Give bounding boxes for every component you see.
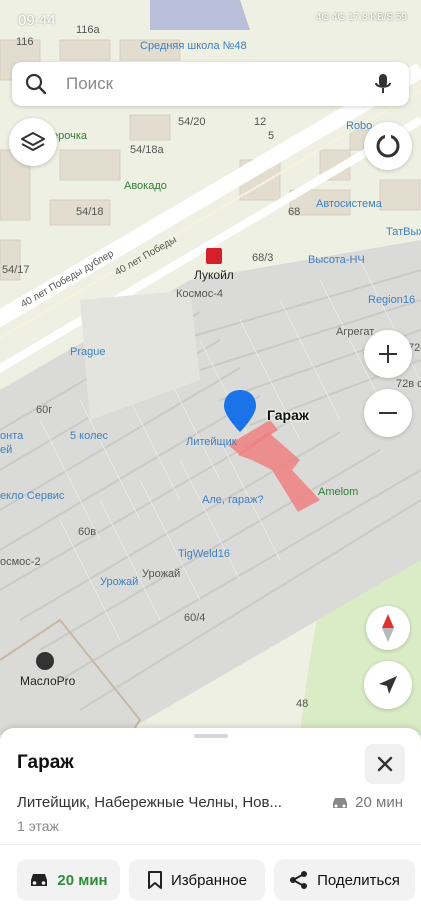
drive-time-text: 20 мин xyxy=(355,794,403,811)
layers-button[interactable] xyxy=(9,118,57,166)
share-icon xyxy=(290,871,308,889)
map-label-54-17: 54/17 xyxy=(2,264,30,276)
map-label-116: 116 xyxy=(16,36,34,48)
map-label-avtosistema[interactable]: Автосистема xyxy=(316,198,382,210)
minus-icon xyxy=(379,412,397,414)
map-label-onta[interactable]: онта xyxy=(0,430,23,442)
route-button[interactable]: 20 мин xyxy=(17,859,120,901)
map-label-5: 5 xyxy=(268,130,275,142)
my-location-button[interactable] xyxy=(364,661,412,709)
sheet-drag-handle[interactable] xyxy=(194,734,228,738)
microphone-icon[interactable] xyxy=(371,72,395,96)
pin-label[interactable]: Гараж xyxy=(267,407,309,423)
map-label-urozhai-shop[interactable]: Урожай xyxy=(100,576,138,588)
map-label-60v: 60в xyxy=(78,526,97,538)
maslopro-icon[interactable] xyxy=(36,652,54,670)
place-address: Литейщик, Набережные Челны, Нов... xyxy=(17,794,282,811)
divider xyxy=(0,844,421,845)
map-label-12: 12 xyxy=(254,116,267,128)
place-title: Гараж xyxy=(17,752,74,773)
navigation-arrow-icon xyxy=(379,676,397,694)
lukoil-logo-icon[interactable] xyxy=(206,248,222,264)
status-time: 09:44 xyxy=(18,12,56,29)
map-canvas[interactable] xyxy=(0,0,421,735)
map-label-60g: 60г xyxy=(36,404,53,416)
map-label-54-18: 54/18 xyxy=(76,206,104,218)
map-label-urozhai-street: Урожай xyxy=(142,568,181,580)
zoom-in-button[interactable] xyxy=(364,330,412,378)
car-icon xyxy=(31,874,48,886)
map-label-60-4: 60/4 xyxy=(184,612,206,624)
map-label-72v: 72в ст xyxy=(396,378,421,390)
search-icon xyxy=(25,73,47,95)
map-label-vysota[interactable]: Высота-НЧ xyxy=(308,254,365,266)
layers-icon xyxy=(21,132,45,151)
map-label-116a: 116а xyxy=(76,24,100,36)
map-label-agregat[interactable]: Агрегат xyxy=(336,326,374,338)
car-icon xyxy=(333,797,348,808)
status-bar: 09:44 4G 4G 17.8 KB/S 59 xyxy=(0,0,421,40)
map-label-prague[interactable]: Prague xyxy=(70,346,105,358)
map-label-lukoil[interactable]: Лукойл xyxy=(194,268,234,282)
map-label-ei[interactable]: ей xyxy=(0,444,12,456)
map-label-48: 48 xyxy=(296,698,309,710)
map-label-kosmos4: Космос-4 xyxy=(176,288,223,300)
bookmark-icon xyxy=(147,871,162,889)
map-label-68-3: 68/3 xyxy=(252,252,274,264)
place-card-sheet[interactable]: Гараж Литейщик, Набережные Челны, Нов...… xyxy=(0,728,421,910)
close-button[interactable] xyxy=(365,744,405,784)
place-floor: 1 этаж xyxy=(17,818,59,834)
search-input[interactable]: Поиск xyxy=(66,74,371,94)
map-label-eklo-service[interactable]: екло Сервис xyxy=(0,490,64,502)
route-button-label: 20 мин xyxy=(57,871,108,889)
map-label-tatvyaz[interactable]: ТатВых xyxy=(386,226,421,238)
drive-time-info: 20 мин xyxy=(331,794,403,811)
share-button-label: Поделиться xyxy=(317,871,400,889)
map-label-54-20: 54/20 xyxy=(178,116,206,128)
location-pin-icon[interactable] xyxy=(222,388,258,434)
orientation-button[interactable] xyxy=(364,122,412,170)
compass-button[interactable] xyxy=(366,606,410,650)
plus-icon xyxy=(379,345,397,363)
map-label-ale-garage[interactable]: Але, гараж? xyxy=(202,494,264,506)
map-label-54-18a: 54/18а xyxy=(130,144,164,156)
map-label-avokado[interactable]: Авокадо xyxy=(124,180,167,192)
zoom-out-button[interactable] xyxy=(364,389,412,437)
map-label-5-koles[interactable]: 5 колес xyxy=(70,430,108,442)
map-label-tigweld[interactable]: TigWeld16 xyxy=(178,548,230,560)
map-label-amelom[interactable]: Amelom xyxy=(318,486,358,498)
close-icon xyxy=(377,756,393,772)
compass-icon xyxy=(382,614,394,642)
map-label-68: 68 xyxy=(288,206,301,218)
map-view[interactable]: 09:44 4G 4G 17.8 KB/S 59 Средняя школа №… xyxy=(0,0,421,735)
map-label-school[interactable]: Средняя школа №48 xyxy=(140,40,247,52)
map-label-maslopro[interactable]: МаслоPro xyxy=(20,674,75,688)
rotate-icon xyxy=(376,134,400,158)
favorite-button-label: Избранное xyxy=(170,871,248,889)
map-label-kosmos2: осмос-2 xyxy=(0,556,41,568)
search-bar[interactable]: Поиск xyxy=(12,62,409,106)
map-label-liteishik[interactable]: Литейщик xyxy=(186,436,237,448)
share-button[interactable]: Поделиться xyxy=(274,859,415,901)
map-label-region16[interactable]: Region16 xyxy=(368,294,415,306)
map-label-verochka[interactable]: ерочка xyxy=(52,130,87,142)
status-indicators: 4G 4G 17.8 KB/S 59 xyxy=(315,12,407,23)
favorite-button[interactable]: Избранное xyxy=(129,859,265,901)
